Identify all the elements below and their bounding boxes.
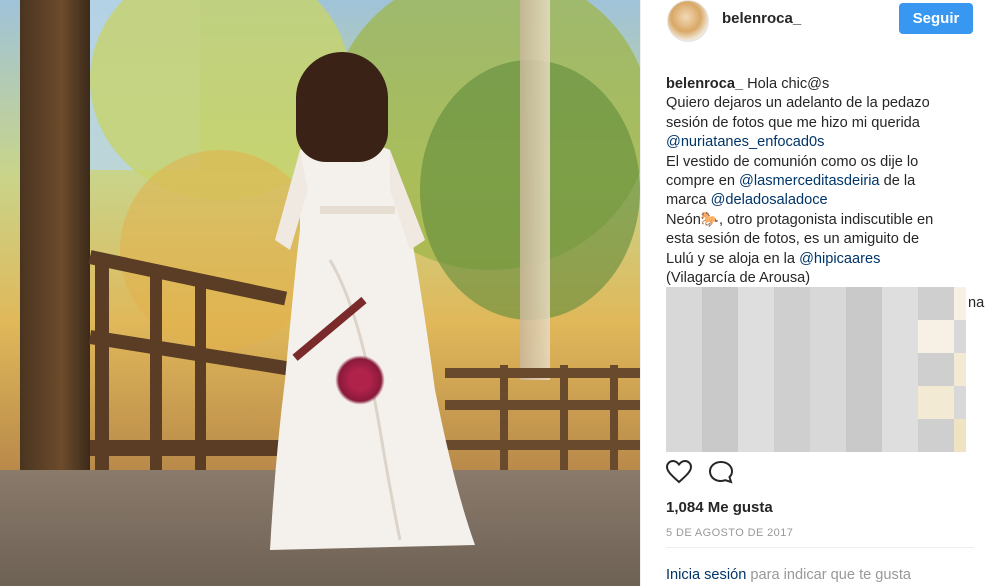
pixelated-cell	[666, 287, 702, 320]
pixelated-cell	[738, 353, 774, 386]
pixelated-cell	[918, 287, 954, 320]
caption-text-fragment: na	[968, 295, 985, 311]
photo-hair	[296, 52, 388, 162]
post-header: belenroca_ Seguir	[641, 0, 1000, 42]
pixelated-cell	[702, 320, 738, 353]
photo-fence-post	[195, 285, 206, 485]
pixelated-cell	[846, 320, 882, 353]
photo-tree-trunk	[20, 0, 90, 470]
caption-line: (Vilagarcía de Arousa)	[666, 270, 811, 287]
pixelated-cell	[810, 320, 846, 353]
pixelated-cell	[702, 353, 738, 386]
pixelated-cell	[882, 320, 918, 353]
heart-icon[interactable]	[666, 460, 692, 484]
photo-fence-post	[500, 365, 508, 475]
follow-button[interactable]: Seguir	[899, 3, 973, 34]
caption-line: @nuriatanes_enfocad0s	[666, 133, 986, 152]
pixelated-cell	[738, 419, 774, 452]
pixelated-cell	[774, 320, 810, 353]
caption-text: marca	[666, 192, 711, 209]
pixelated-cell	[846, 353, 882, 386]
caption-text: de la	[879, 173, 916, 190]
caption-line: Lulú y se aloja en la @hipicaares	[666, 250, 986, 269]
pixelated-cell	[666, 419, 702, 452]
mention-link[interactable]: @lasmerceditasdeiria	[739, 173, 880, 189]
caption-text: Hola chic@s	[747, 76, 830, 92]
pixelated-redaction	[666, 287, 966, 454]
pixelated-cell	[810, 419, 846, 452]
caption-line: compre en @lasmerceditasdeiria de la	[666, 172, 986, 191]
pixelated-cell	[774, 419, 810, 452]
pixelated-cell	[738, 287, 774, 320]
pixelated-cell	[702, 419, 738, 452]
post-actions	[666, 460, 746, 486]
pixelated-cell	[918, 320, 954, 353]
pixelated-cell	[882, 353, 918, 386]
photo-tree-trunk	[520, 0, 550, 380]
username-link[interactable]: belenroca_	[722, 10, 801, 27]
post-photo[interactable]	[0, 0, 640, 586]
pixelated-cell	[846, 419, 882, 452]
caption-line: El vestido de comunión como os dije lo	[666, 153, 919, 170]
pixelated-cell	[954, 386, 966, 419]
pixelated-cell	[738, 386, 774, 419]
pixelated-cell	[882, 386, 918, 419]
mention-link[interactable]: @deladosaladoce	[711, 192, 828, 208]
mention-link[interactable]: @nuriatanes_enfocad0s	[666, 134, 824, 150]
pixelated-cell	[954, 353, 966, 386]
login-prompt: Inicia sesión para indicar que te gusta	[666, 567, 911, 583]
pixelated-cell	[918, 353, 954, 386]
photo-bouquet	[335, 355, 385, 405]
photo-fence-post	[560, 365, 568, 475]
divider	[666, 547, 974, 548]
caption-line: belenroca_ Hola chic@s	[666, 75, 986, 94]
caption-author-link[interactable]: belenroca_	[666, 76, 743, 92]
caption-line: Neón🐎, otro protagonista indiscutible en	[666, 211, 934, 228]
pixelated-cell	[738, 320, 774, 353]
pixelated-cell	[954, 320, 966, 353]
pixelated-cell	[846, 386, 882, 419]
caption-line: sesión de fotos que me hizo mi querida	[666, 114, 920, 131]
pixelated-cell	[702, 287, 738, 320]
avatar[interactable]	[667, 0, 709, 42]
pixelated-cell	[666, 353, 702, 386]
caption-text: compre en	[666, 173, 740, 190]
pixelated-cell	[666, 386, 702, 419]
login-link[interactable]: Inicia sesión	[666, 567, 746, 583]
caption-line: esta sesión de fotos, es un amiguito de	[666, 231, 920, 248]
comment-icon[interactable]	[708, 460, 734, 484]
pixelated-cell	[918, 419, 954, 452]
caption-text: Lulú y se aloja en la	[666, 250, 800, 267]
pixelated-cell	[846, 287, 882, 320]
post-side-panel: belenroca_ Seguir belenroca_ Hola chic@s…	[640, 0, 1000, 586]
photo-white-dress	[270, 140, 475, 550]
pixelated-cell	[954, 287, 966, 320]
pixelated-cell	[774, 287, 810, 320]
post-caption: belenroca_ Hola chic@s Quiero dejaros un…	[666, 75, 986, 288]
login-prompt-text: para indicar que te gusta	[746, 567, 912, 583]
photo-fence-post	[95, 255, 109, 485]
pixelated-cell	[666, 320, 702, 353]
pixelated-cell	[882, 419, 918, 452]
mention-link[interactable]: @hipicaares	[799, 251, 880, 267]
pixelated-cell	[702, 386, 738, 419]
pixelated-cell	[810, 287, 846, 320]
photo-fence-post	[610, 365, 618, 475]
pixelated-cell	[774, 386, 810, 419]
photo-fence-post	[150, 270, 162, 485]
caption-line: marca @deladosaladoce	[666, 191, 986, 210]
pixelated-cell	[882, 287, 918, 320]
caption-line: Quiero dejaros un adelanto de la pedazo	[666, 95, 930, 112]
pixelated-cell	[810, 353, 846, 386]
pixelated-cell	[810, 386, 846, 419]
pixelated-cell	[774, 353, 810, 386]
likes-count[interactable]: 1,084 Me gusta	[666, 499, 773, 516]
pixelated-cell	[918, 386, 954, 419]
post-date[interactable]: 5 DE AGOSTO DE 2017	[666, 527, 793, 539]
pixelated-cell	[954, 419, 966, 452]
